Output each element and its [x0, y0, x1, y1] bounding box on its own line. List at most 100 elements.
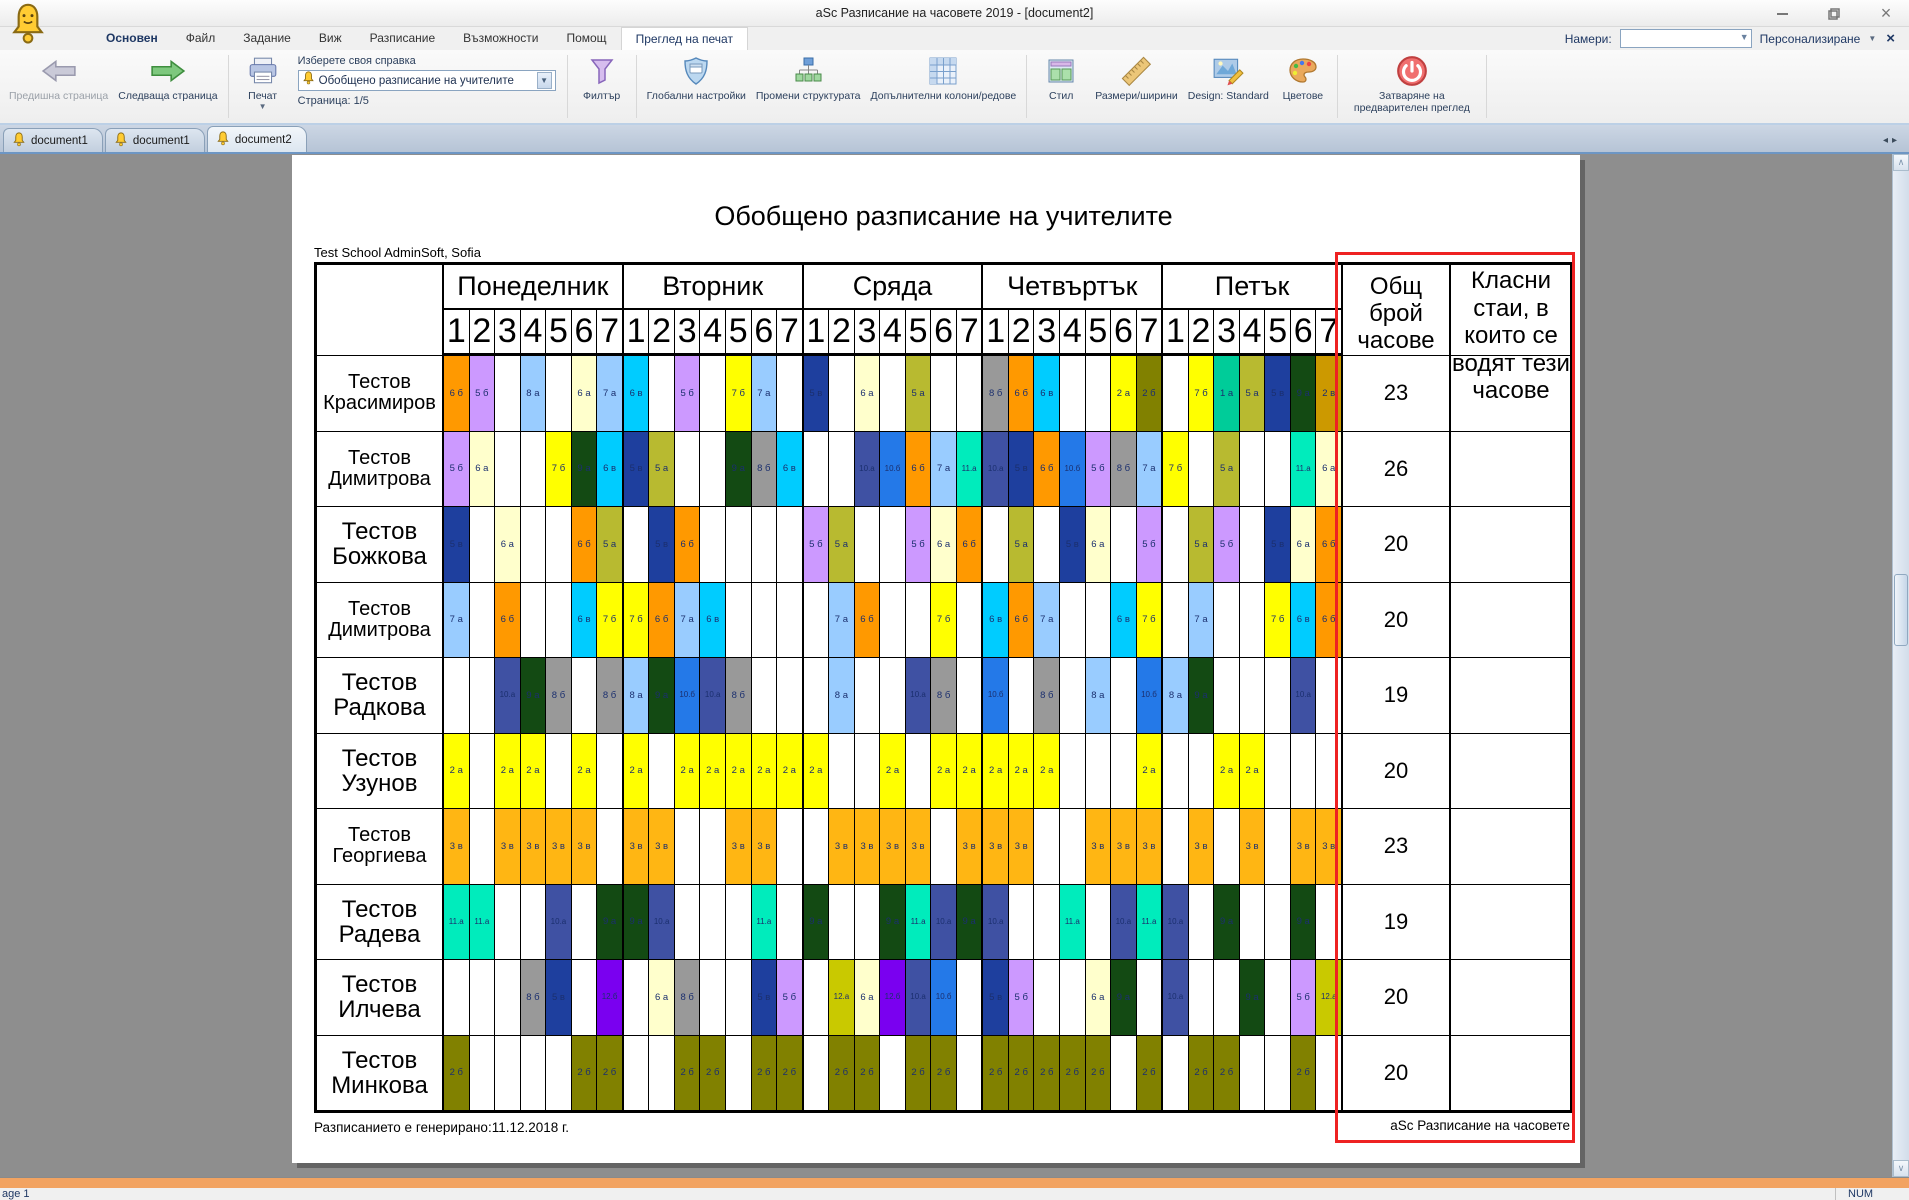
- lesson-cell: 5 в: [444, 507, 470, 582]
- period-header: 5: [726, 310, 752, 353]
- extra-columns-button[interactable]: Допълнителни колони/редове: [866, 52, 1022, 121]
- app-logo-bell-icon[interactable]: [8, 2, 48, 51]
- previous-page-button[interactable]: Предишна страница: [4, 52, 113, 121]
- ribbon-tab-row: ОсновенФайлЗаданиеВижРазписаниеВъзможнос…: [0, 27, 1909, 50]
- ribbon-tab-6[interactable]: Помощ: [552, 27, 620, 50]
- lesson-class-label: 6 а: [475, 464, 488, 474]
- period-header: 3: [675, 310, 701, 353]
- document-tab-0[interactable]: document1: [3, 128, 103, 152]
- style-button[interactable]: Стил: [1032, 52, 1090, 121]
- lesson-cell: 5 а: [1214, 432, 1240, 507]
- lesson-cell: 5 б: [675, 356, 701, 431]
- lesson-cell: 5 в: [624, 432, 650, 507]
- period-header: 2: [1189, 310, 1215, 353]
- scroll-down-icon[interactable]: ∨: [1893, 1160, 1909, 1177]
- lesson-cell: 5 а: [1189, 507, 1215, 582]
- lesson-cell: 10.а: [983, 885, 1009, 960]
- lesson-cell: 6 б: [957, 507, 982, 582]
- scroll-up-icon[interactable]: ∧: [1893, 154, 1909, 171]
- lesson-cell: 2 а: [880, 734, 906, 809]
- lesson-cell: 2 а: [957, 734, 982, 809]
- lesson-class-label: 8 б: [1040, 691, 1053, 701]
- ribbon-tab-5[interactable]: Възможности: [449, 27, 552, 50]
- document-tab-1[interactable]: document1: [105, 128, 205, 152]
- restore-button[interactable]: [1821, 4, 1847, 24]
- chevron-down-icon[interactable]: ▼: [1740, 32, 1749, 42]
- lesson-cell: [880, 507, 906, 582]
- ribbon-tab-0[interactable]: Основен: [92, 27, 172, 50]
- lesson-cell: 10.б: [983, 658, 1009, 733]
- day-group: 8 б6 б6 в2 а2 б: [983, 356, 1163, 431]
- lesson-cell: 6 а: [1316, 432, 1341, 507]
- lesson-class-label: 2 б: [783, 1068, 796, 1078]
- lesson-cell: 9 а: [572, 432, 598, 507]
- report-combobox[interactable]: Обобщено разписание на учителите ▼: [298, 70, 556, 91]
- lesson-class-label: 2 б: [757, 1068, 770, 1078]
- lesson-cell: [804, 432, 830, 507]
- lesson-cell: [880, 1036, 906, 1111]
- lesson-cell: 6 в: [700, 583, 726, 658]
- lesson-cell: 2 б: [906, 1036, 932, 1111]
- lesson-class-label: 3 в: [1015, 842, 1028, 852]
- lesson-cell: [804, 583, 830, 658]
- ribbon-tab-4[interactable]: Разписание: [356, 27, 450, 50]
- find-input[interactable]: ▼: [1620, 29, 1752, 48]
- print-button[interactable]: Печат ▼: [234, 52, 292, 121]
- global-settings-button[interactable]: Глобални настройки: [642, 52, 751, 121]
- change-structure-button[interactable]: Промени структурата: [751, 52, 866, 121]
- ribbon-tab-2[interactable]: Задание: [229, 27, 305, 50]
- lesson-cell: 6 а: [931, 507, 957, 582]
- lesson-class-label: 7 а: [1040, 615, 1053, 625]
- lesson-cell: 8 б: [752, 432, 778, 507]
- schedule-slots: 2 б2 б2 б2 б2 б2 б2 б2 б2 б2 б2 б2 б2 б2…: [444, 1036, 1341, 1111]
- lesson-cell: 12.а: [829, 960, 855, 1035]
- lesson-cell: [1291, 734, 1317, 809]
- minimize-button[interactable]: [1769, 4, 1795, 24]
- schedule-slots: 3 в3 в3 в3 в3 в3 в3 в3 в3 в3 в3 в3 в3 в3…: [444, 809, 1341, 884]
- ribbon-tab-7[interactable]: Преглед на печат: [621, 27, 748, 50]
- colors-button[interactable]: Цветове: [1274, 52, 1332, 121]
- design-button[interactable]: Design: Standard: [1183, 52, 1274, 121]
- lesson-cell: 7 б: [1137, 583, 1162, 658]
- day-group: 10.а10.б6 б7 а11.а: [804, 432, 984, 507]
- lesson-class-label: 10.а: [1168, 993, 1184, 1001]
- day-name-row: ПонеделникВторникСрядаЧетвъртъкПетък: [444, 265, 1341, 310]
- report-combobox-arrow-icon[interactable]: ▼: [537, 72, 552, 89]
- lesson-cell: [521, 583, 547, 658]
- day-header-2: Сряда: [804, 265, 984, 308]
- day-group: 11.а11.а10.а9 а: [444, 885, 624, 960]
- next-page-button[interactable]: Следваща страница: [113, 52, 222, 121]
- lesson-cell: [1009, 885, 1035, 960]
- lesson-cell: [470, 1036, 496, 1111]
- sizes-button[interactable]: Размери/ширини: [1090, 52, 1183, 121]
- close-find-icon[interactable]: ×: [1886, 30, 1895, 47]
- lesson-cell: [521, 1036, 547, 1111]
- lesson-cell: 2 а: [624, 734, 650, 809]
- ribbon-tab-3[interactable]: Виж: [305, 27, 356, 50]
- personalize-chevron-icon[interactable]: ▼: [1868, 34, 1876, 43]
- lesson-class-label: 3 в: [655, 842, 668, 852]
- close-preview-button[interactable]: Затваряне на предварителен преглед: [1343, 52, 1481, 121]
- lesson-class-label: 2 а: [963, 766, 976, 776]
- lesson-cell: 6 б: [906, 432, 932, 507]
- lesson-cell: 2 а: [521, 734, 547, 809]
- lesson-class-label: 2 б: [577, 1068, 590, 1078]
- lesson-cell: 5 в: [1009, 432, 1035, 507]
- lesson-class-label: 2 а: [629, 766, 642, 776]
- lesson-cell: 10.а: [983, 432, 1009, 507]
- document-tab-2[interactable]: document2: [207, 126, 307, 152]
- period-header: 6: [1291, 310, 1317, 353]
- filter-button[interactable]: Филтър: [573, 52, 631, 121]
- day-group: 8 а10.а8 б: [804, 658, 984, 733]
- rooms-cell: [1451, 809, 1570, 884]
- close-button[interactable]: ×: [1873, 4, 1899, 24]
- personalize-menu[interactable]: Персонализиране: [1760, 32, 1861, 46]
- tab-scroll-arrows[interactable]: ◂▸: [1883, 135, 1901, 146]
- scrollbar-thumb[interactable]: [1894, 574, 1908, 646]
- lesson-cell: 7 а: [444, 583, 470, 658]
- total-hours-cell: 20: [1341, 960, 1451, 1035]
- lesson-cell: [1034, 885, 1060, 960]
- vertical-scrollbar[interactable]: ∧ ∨: [1892, 154, 1909, 1177]
- ribbon-tab-1[interactable]: Файл: [172, 27, 230, 50]
- lesson-cell: 6 а: [649, 960, 675, 1035]
